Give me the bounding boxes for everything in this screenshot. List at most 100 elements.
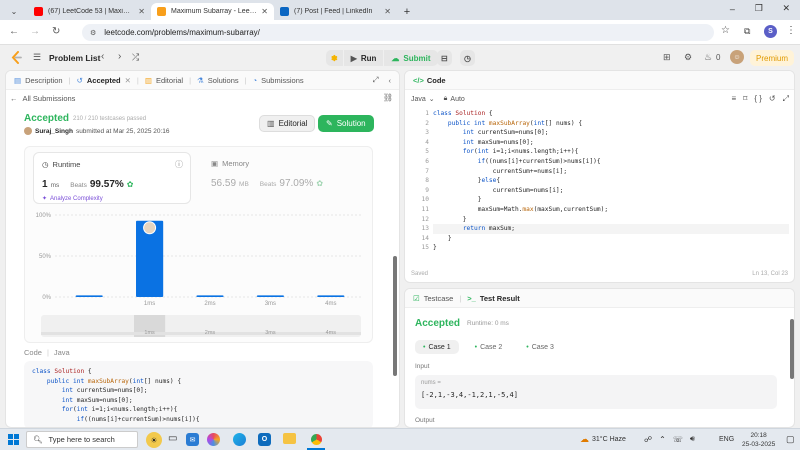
browser-tab[interactable]: Maximum Subarray - LeetCode ✕ — [151, 3, 274, 20]
forward-icon[interactable]: → — [30, 26, 40, 37]
browser-tab-title: (7) Post | Feed | LinkedIn — [294, 8, 373, 15]
problem-list-icon[interactable]: ☰ — [33, 52, 41, 63]
tab-submissions[interactable]: Submissions — [261, 76, 304, 85]
share-link-icon[interactable]: ⛓ — [383, 93, 393, 102]
browser-menu-icon[interactable]: ⋮ — [786, 25, 796, 36]
run-button[interactable]: ▶ Run — [343, 50, 384, 66]
braces-icon[interactable]: { } — [754, 94, 762, 104]
outlook-icon[interactable]: O — [258, 433, 271, 446]
chrome-icon[interactable] — [309, 432, 324, 447]
notifications-icon[interactable]: ▢ — [786, 434, 795, 445]
minimize-icon[interactable]: – — [730, 4, 735, 14]
fullscreen-icon[interactable]: ⤢ — [783, 94, 789, 104]
close-tab-icon[interactable]: ✕ — [125, 76, 131, 85]
line-number: 6 — [425, 157, 429, 165]
case-tab[interactable]: • Case 1 — [415, 340, 459, 354]
chart-bar — [196, 295, 224, 297]
extensions-icon[interactable]: ⧉ — [744, 26, 750, 37]
runtime-card[interactable]: ◷ Runtime ⓘ 1 ms Beats 99.57% ✿ ✦ Analyze… — [33, 152, 191, 204]
testcases-passed: 210 / 210 testcases passed — [73, 116, 147, 122]
maximize-icon[interactable]: ❐ — [755, 3, 763, 14]
coins-count: 0 — [716, 53, 721, 62]
close-tab-icon[interactable]: ✕ — [261, 7, 268, 16]
language-select[interactable]: Java — [411, 96, 426, 103]
site-info-icon[interactable]: ⚙ — [90, 29, 96, 37]
memory-label: Memory — [222, 159, 250, 168]
url-field[interactable]: ⚙ leetcode.com/problems/maximum-subarray… — [82, 24, 714, 41]
editorial-button[interactable]: ▥ Editorial — [259, 115, 316, 132]
next-problem-icon[interactable]: › — [118, 51, 121, 62]
browser-tab[interactable]: (7) Post | Feed | LinkedIn ✕ — [274, 3, 397, 20]
fire-icon[interactable]: ♨ — [704, 52, 712, 63]
tray-chevron-icon[interactable]: ⌃ — [659, 435, 666, 444]
edge-icon[interactable] — [233, 433, 246, 446]
collapse-panel-icon[interactable]: ‹ — [389, 76, 392, 85]
memory-card[interactable]: 56.59 MB Beats 97.09% ✿ — [211, 178, 323, 189]
premium-button[interactable]: Premium — [750, 50, 795, 66]
prev-problem-icon[interactable]: ‹ — [101, 51, 104, 62]
settings-icon[interactable]: ⚙ — [684, 52, 692, 63]
case-tab[interactable]: • Case 3 — [518, 340, 562, 354]
volume-icon[interactable]: 🔊︎ — [690, 434, 695, 444]
tab-test-result[interactable]: Test Result — [480, 294, 520, 303]
language-indicator[interactable]: ENG — [719, 436, 734, 443]
submitted-code-block: class Solution { public int maxSubArray(… — [24, 361, 373, 427]
new-tab-button[interactable]: + — [397, 3, 417, 20]
tab-editorial[interactable]: Editorial — [156, 76, 183, 85]
leetcode-logo-icon[interactable] — [11, 51, 22, 64]
tab-search-icon[interactable]: ⌄ — [0, 3, 28, 20]
submitter-name[interactable]: Suraj_Singh — [35, 128, 73, 135]
close-tab-icon[interactable]: ✕ — [384, 7, 391, 16]
tab-solutions[interactable]: Solutions — [208, 76, 239, 85]
play-icon: ▶ — [350, 53, 357, 63]
layout-icon[interactable]: ⊞ — [663, 52, 671, 63]
debug-button[interactable]: ✽ — [326, 50, 343, 66]
info-icon[interactable]: ⓘ — [175, 159, 183, 170]
clock[interactable]: 20:18 25-03-2025 — [742, 431, 775, 449]
weather-icon[interactable]: ☁ — [580, 434, 589, 445]
youtube-icon — [34, 7, 43, 16]
back-icon[interactable]: ← — [9, 26, 19, 37]
timer-button[interactable]: ◷ — [460, 50, 475, 66]
reset-icon[interactable]: ↺ — [769, 94, 776, 104]
tab-description[interactable]: Description — [25, 76, 63, 85]
browser-tab-strip: ⌄ (67) LeetCode 53 | Maximum Su...✕Maxim… — [0, 0, 800, 20]
auto-mode[interactable]: Auto — [450, 96, 464, 103]
tab-accepted[interactable]: Accepted — [87, 76, 121, 85]
tab-testcase[interactable]: Testcase — [424, 294, 454, 303]
test-panel-scrollbar[interactable] — [790, 319, 794, 379]
close-window-icon[interactable]: ✕ — [783, 3, 791, 14]
problem-list-link[interactable]: Problem List — [49, 53, 100, 63]
reload-icon[interactable]: ↻ — [52, 26, 60, 37]
mail-icon[interactable]: ✉ — [186, 433, 199, 446]
case-tab[interactable]: • Case 2 — [467, 340, 511, 354]
all-submissions-link[interactable]: ← All Submissions — [10, 94, 75, 103]
bookmark-icon[interactable]: ⌑ — [743, 94, 747, 104]
code-editor-text[interactable]: class Solution { public int maxSubArray(… — [433, 109, 789, 259]
bookmark-star-icon[interactable]: ☆ — [721, 25, 730, 36]
input-var-value: [-2,1,-3,4,-1,2,1,-5,4] — [421, 391, 518, 399]
maximize-panel-icon[interactable]: ⤢ — [373, 75, 379, 85]
copilot-app-icon[interactable] — [207, 433, 220, 446]
notes-button[interactable]: ⊟ — [437, 50, 452, 66]
task-view-icon[interactable]: ▭ — [168, 433, 177, 444]
copilot-icon[interactable]: ☀ — [146, 432, 162, 448]
people-icon[interactable]: ☍ — [644, 435, 652, 444]
windows-start-icon[interactable] — [8, 434, 19, 445]
submit-button[interactable]: ☁ Submit — [384, 50, 438, 66]
format-icon[interactable]: ≡ — [732, 94, 737, 104]
browser-tab[interactable]: (67) LeetCode 53 | Maximum Su... ✕ — [28, 3, 151, 20]
submit-label: Submit — [403, 53, 431, 63]
file-explorer-icon[interactable] — [283, 433, 296, 444]
network-icon[interactable]: ☏ — [673, 435, 683, 444]
shuffle-icon[interactable]: ⤮ — [132, 52, 139, 63]
close-tab-icon[interactable]: ✕ — [138, 7, 145, 16]
analyze-complexity-link[interactable]: ✦ Analyze Complexity — [42, 195, 103, 203]
taskbar-search[interactable]: 🔍︎ Type here to search — [26, 431, 138, 448]
user-avatar[interactable]: ☺ — [730, 50, 744, 64]
solution-button[interactable]: ✎ Solution — [318, 115, 374, 132]
left-scrollbar[interactable] — [393, 256, 397, 376]
range-slider-label: 4ms — [326, 330, 337, 336]
profile-avatar[interactable]: S — [764, 25, 777, 38]
weather-text[interactable]: 31°C Haze — [592, 436, 626, 443]
